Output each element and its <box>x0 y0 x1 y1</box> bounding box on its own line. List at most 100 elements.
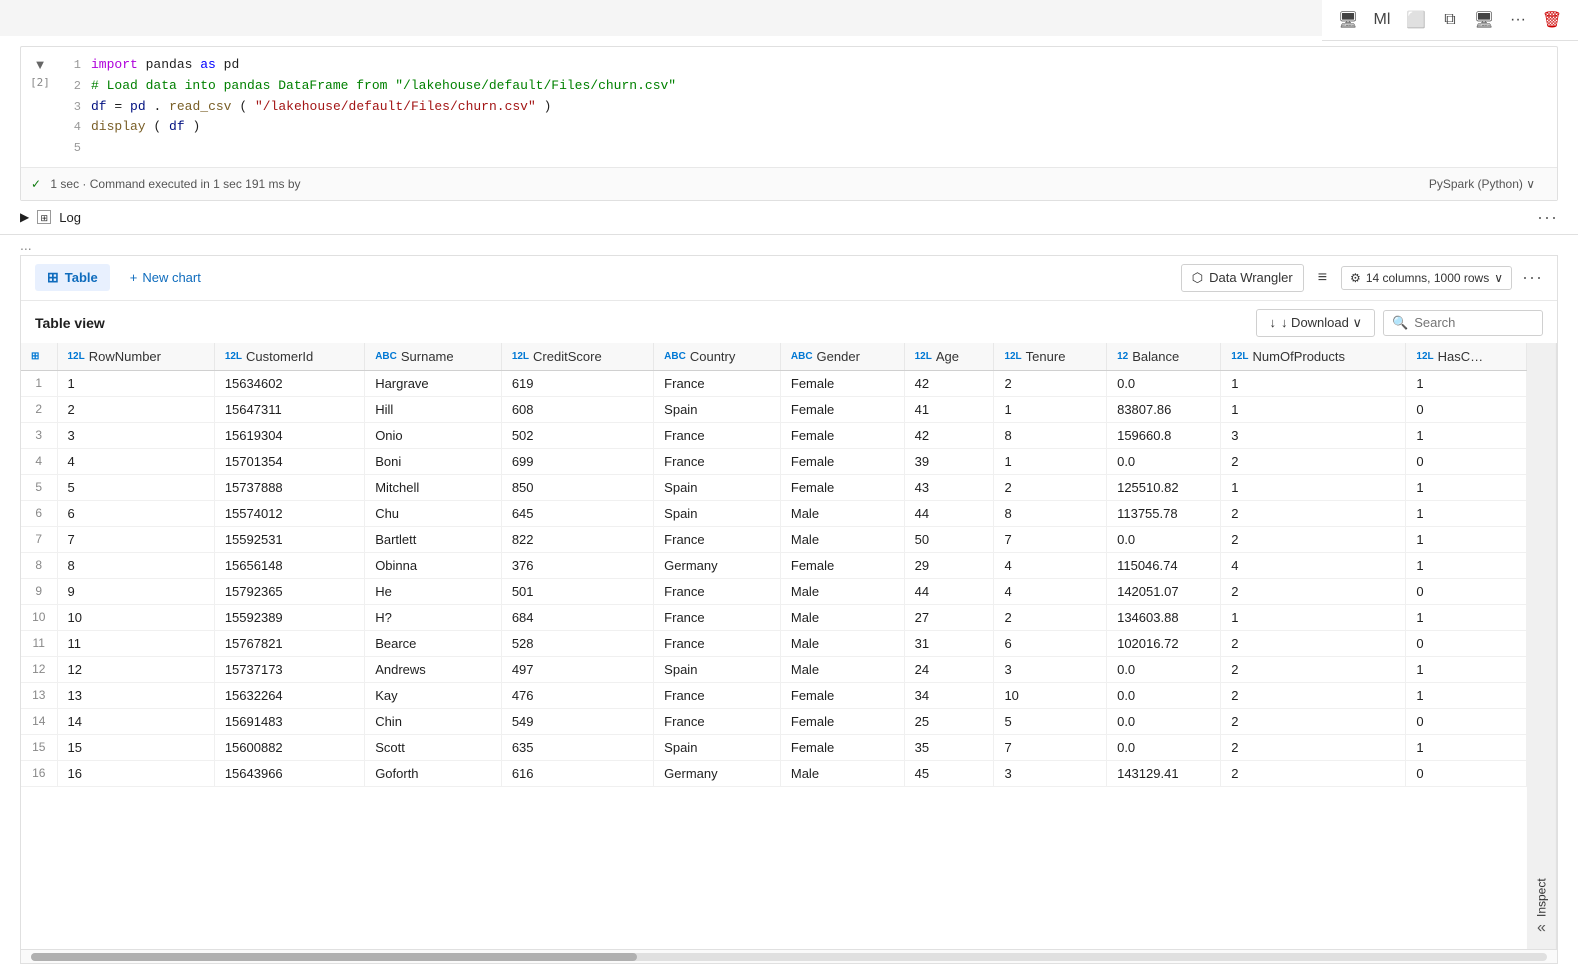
cell-age: 34 <box>904 682 994 708</box>
cell-num-of-products: 1 <box>1221 396 1406 422</box>
cell-tenure: 4 <box>994 578 1107 604</box>
col-header-rownumber[interactable]: 12LRowNumber <box>57 343 214 371</box>
cell-row-number: 2 <box>57 396 214 422</box>
cell-credit-score: 549 <box>501 708 653 734</box>
cell-num-of-products: 2 <box>1221 734 1406 760</box>
cell-tenure: 2 <box>994 370 1107 396</box>
cell-credit-score: 476 <box>501 682 653 708</box>
cell-credit-score: 635 <box>501 734 653 760</box>
cell-surname: Bearce <box>365 630 502 656</box>
log-grid-icon: ⊞ <box>37 210 51 224</box>
col-header-tenure[interactable]: 12LTenure <box>994 343 1107 371</box>
cell-age: 42 <box>904 370 994 396</box>
cell-gender: Female <box>780 708 904 734</box>
cell-row-number: 11 <box>57 630 214 656</box>
cell-age: 41 <box>904 396 994 422</box>
cell-hasc: 1 <box>1406 500 1527 526</box>
col-header-age[interactable]: 12LAge <box>904 343 994 371</box>
cell-tenure: 6 <box>994 630 1107 656</box>
data-wrangler-btn[interactable]: ⬡ Data Wrangler <box>1181 264 1304 292</box>
cell-age: 35 <box>904 734 994 760</box>
cell-tenure: 1 <box>994 448 1107 474</box>
row-number-cell: 11 <box>21 630 57 656</box>
copy-notebook-btn[interactable]: 🖥 <box>1334 6 1362 34</box>
table-row: 2215647311Hill608SpainFemale41183807.861… <box>21 396 1527 422</box>
table-body: 1115634602Hargrave619FranceFemale4220.01… <box>21 370 1527 786</box>
output-more-btn[interactable]: ··· <box>1522 267 1543 288</box>
table-row: 101015592389H?684FranceMale272134603.881… <box>21 604 1527 630</box>
cell-country: France <box>654 630 781 656</box>
cell-row-number: 1 <box>57 370 214 396</box>
cell-hasc: 0 <box>1406 630 1527 656</box>
col-header-numofproducts[interactable]: 12LNumOfProducts <box>1221 343 1406 371</box>
col-header-icon: ⊞ <box>21 343 57 371</box>
cell-hasc: 0 <box>1406 708 1527 734</box>
cell-credit-score: 684 <box>501 604 653 630</box>
main-container: ▼ [2] 1 import pandas as pd 2 # Loa <box>0 36 1578 974</box>
table-view-title: Table view <box>35 315 105 331</box>
more-top-btn[interactable]: ··· <box>1504 6 1532 34</box>
cell-country: France <box>654 370 781 396</box>
row-number-cell: 1 <box>21 370 57 396</box>
col-settings-label: 14 columns, 1000 rows <box>1366 271 1489 285</box>
table-row: 3315619304Onio502FranceFemale428159660.8… <box>21 422 1527 448</box>
cell-hasc: 1 <box>1406 422 1527 448</box>
log-more-btn[interactable]: ··· <box>1537 207 1558 228</box>
row-number-cell: 16 <box>21 760 57 786</box>
cell-age: 29 <box>904 552 994 578</box>
delete-btn[interactable]: 🗑 <box>1538 6 1566 34</box>
present-btn[interactable]: 🖥 <box>1470 6 1498 34</box>
window-btn[interactable]: ⬜ <box>1402 6 1430 34</box>
table-row: 111115767821Bearce528FranceMale316102016… <box>21 630 1527 656</box>
col-header-country[interactable]: ABCCountry <box>654 343 781 371</box>
col-header-surname[interactable]: ABCSurname <box>365 343 502 371</box>
table-container[interactable]: ⊞ 12LRowNumber 12LCustomerId ABCSurname … <box>21 343 1527 949</box>
row-number-cell: 6 <box>21 500 57 526</box>
cell-age: 45 <box>904 760 994 786</box>
collapse-btn[interactable]: » <box>1533 917 1550 939</box>
cell-num-of-products: 2 <box>1221 656 1406 682</box>
col-settings-btn[interactable]: ⚙ 14 columns, 1000 rows ∨ <box>1341 266 1512 290</box>
cell-country: Spain <box>654 396 781 422</box>
download-btn[interactable]: ↓ ↓ Download ∨ <box>1256 309 1375 337</box>
cell-country: Spain <box>654 474 781 500</box>
search-input[interactable] <box>1414 315 1534 330</box>
cell-row-number: 16 <box>57 760 214 786</box>
table-actions: ↓ ↓ Download ∨ 🔍 <box>1256 309 1543 337</box>
log-label: Log <box>59 210 81 225</box>
runtime-label: PySpark (Python) ∨ <box>1429 177 1535 191</box>
search-icon: 🔍 <box>1392 315 1408 331</box>
code-lines: 1 import pandas as pd 2 # Load data into… <box>59 51 1557 163</box>
data-wrangler-icon: ⬡ <box>1192 270 1203 286</box>
col-header-hasc[interactable]: 12LHasC… <box>1406 343 1527 371</box>
cell-expand-btn[interactable]: ▼ <box>34 57 47 72</box>
cell-balance: 0.0 <box>1107 370 1221 396</box>
row-number-cell: 5 <box>21 474 57 500</box>
cell-credit-score: 699 <box>501 448 653 474</box>
inspect-tab[interactable]: » Inspect <box>1527 343 1557 949</box>
col-header-customerid[interactable]: 12LCustomerId <box>214 343 364 371</box>
col-header-creditscore[interactable]: 12LCreditScore <box>501 343 653 371</box>
col-header-gender[interactable]: ABCGender <box>780 343 904 371</box>
row-number-cell: 14 <box>21 708 57 734</box>
horizontal-scrollbar[interactable] <box>21 949 1557 963</box>
col-header-balance[interactable]: 12Balance <box>1107 343 1221 371</box>
table-tab[interactable]: ⊞ Table <box>35 264 110 291</box>
cell-surname: Chin <box>365 708 502 734</box>
duplicate-btn[interactable]: ⧉ <box>1436 6 1464 34</box>
runtime-selector[interactable]: PySpark (Python) ∨ <box>1417 172 1547 196</box>
cell-credit-score: 619 <box>501 370 653 396</box>
cell-row-number: 14 <box>57 708 214 734</box>
cell-credit-score: 528 <box>501 630 653 656</box>
cell-country: France <box>654 448 781 474</box>
gear-icon: ⚙ <box>1350 271 1361 285</box>
filter-btn[interactable]: ≡ <box>1314 265 1331 291</box>
cell-customer-id: 15737888 <box>214 474 364 500</box>
log-expand-btn[interactable]: ▶ ⊞ Log <box>20 210 81 225</box>
new-chart-btn[interactable]: + New chart <box>120 265 211 290</box>
ml-btn[interactable]: Ml <box>1368 6 1396 34</box>
cell-surname: H? <box>365 604 502 630</box>
cell-surname: Mitchell <box>365 474 502 500</box>
data-wrangler-label: Data Wrangler <box>1209 270 1293 285</box>
code-line-1: 1 import pandas as pd <box>59 55 1557 76</box>
